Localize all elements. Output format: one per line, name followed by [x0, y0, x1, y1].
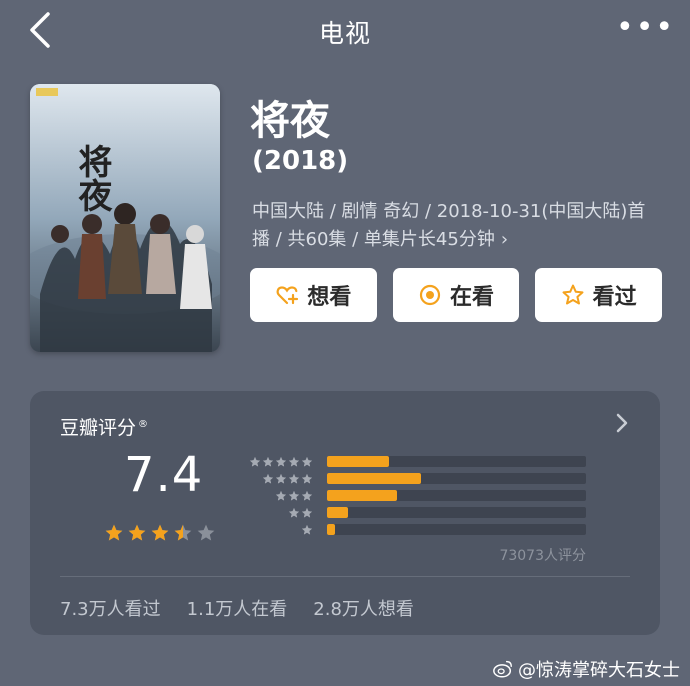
watched-button[interactable]: 看过	[535, 268, 663, 322]
rating-card[interactable]: 豆瓣评分 ® 7.4 73073人评分 7.3万人看过 1.1万人在看 2.8万人…	[30, 391, 660, 635]
watermark: @惊涛掌碎大石女士	[492, 656, 680, 682]
small-star-icon	[276, 473, 287, 483]
star-icon	[151, 524, 169, 541]
page-title: 电视	[318, 19, 371, 48]
small-star-icon	[302, 473, 313, 483]
divider	[60, 576, 630, 577]
distribution-bar	[327, 490, 398, 501]
small-star-icon	[250, 456, 261, 466]
chevron-right-icon[interactable]	[614, 411, 630, 435]
small-star-icon	[263, 473, 274, 483]
action-buttons: 想看 在看 看过	[250, 268, 663, 322]
distribution-bar	[327, 507, 349, 518]
rating-title: 豆瓣评分 ®	[60, 413, 148, 440]
target-icon	[419, 284, 441, 306]
distribution-stars	[242, 507, 313, 519]
watched-label: 看过	[592, 285, 637, 310]
watched-count: 7.3万人看过	[60, 599, 161, 620]
watching-label: 在看	[450, 285, 495, 310]
poster-image[interactable]: 将夜	[30, 84, 220, 352]
small-star-icon	[289, 507, 300, 517]
distribution-row	[242, 453, 586, 470]
star-outline-icon	[562, 284, 584, 305]
distribution-bar	[327, 524, 336, 535]
distribution-stars	[242, 456, 313, 468]
weibo-icon	[493, 660, 512, 678]
movie-title: 将夜	[250, 98, 330, 144]
distribution-row	[242, 521, 586, 538]
small-star-icon	[276, 456, 287, 466]
small-star-icon	[302, 456, 313, 466]
watching-button[interactable]: 在看	[392, 268, 520, 322]
movie-year: (2018)	[252, 146, 349, 176]
rating-stars	[104, 523, 216, 543]
movie-meta[interactable]: 中国大陆 / 剧情 奇幻 / 2018-10-31(中国大陆)首播 / 共60集…	[252, 198, 662, 254]
poster-title: 将夜	[72, 144, 113, 212]
top-bar: 电视 •••	[0, 0, 690, 62]
distribution-bar-track	[327, 473, 586, 484]
more-icon[interactable]: •••	[616, 13, 673, 43]
distribution-bar-track	[327, 524, 586, 535]
want-count: 2.8万人想看	[313, 599, 414, 620]
rating-distribution	[242, 453, 586, 538]
small-star-icon	[263, 456, 274, 466]
rating-title-text: 豆瓣评分	[60, 417, 137, 439]
movie-meta-text: 中国大陆 / 剧情 奇幻 / 2018-10-31(中国大陆)首播 / 共60集…	[252, 201, 646, 250]
small-star-icon	[276, 490, 287, 500]
watermark-text: @惊涛掌碎大石女士	[518, 660, 680, 681]
distribution-row	[242, 504, 586, 521]
distribution-bar	[327, 456, 390, 467]
distribution-stars	[242, 490, 313, 502]
small-star-icon	[302, 490, 313, 500]
star-icon	[105, 524, 123, 541]
distribution-bar-track	[327, 490, 586, 501]
star-icon	[128, 524, 146, 541]
want-to-watch-button[interactable]: 想看	[250, 268, 377, 322]
distribution-bar-track	[327, 507, 586, 518]
small-star-icon	[289, 456, 300, 466]
distribution-bar	[327, 473, 421, 484]
star-icon	[174, 524, 192, 541]
heart-plus-icon	[276, 286, 299, 305]
distribution-row	[242, 470, 586, 487]
star-icon	[197, 524, 215, 541]
small-star-icon	[302, 524, 313, 534]
small-star-icon	[289, 490, 300, 500]
rating-score: 7.4	[124, 447, 204, 503]
watching-count: 1.1万人在看	[186, 599, 288, 620]
registered-mark: ®	[138, 418, 149, 430]
distribution-stars	[242, 524, 313, 536]
watch-stats: 7.3万人看过 1.1万人在看 2.8万人想看	[60, 595, 414, 621]
rating-count: 73073人评分	[499, 548, 586, 564]
distribution-row	[242, 487, 586, 504]
want-to-watch-label: 想看	[307, 285, 352, 310]
small-star-icon	[302, 507, 313, 517]
distribution-stars	[242, 473, 313, 485]
chevron-right-icon: ›	[500, 229, 509, 250]
small-star-icon	[289, 473, 300, 483]
distribution-bar-track	[327, 456, 586, 467]
